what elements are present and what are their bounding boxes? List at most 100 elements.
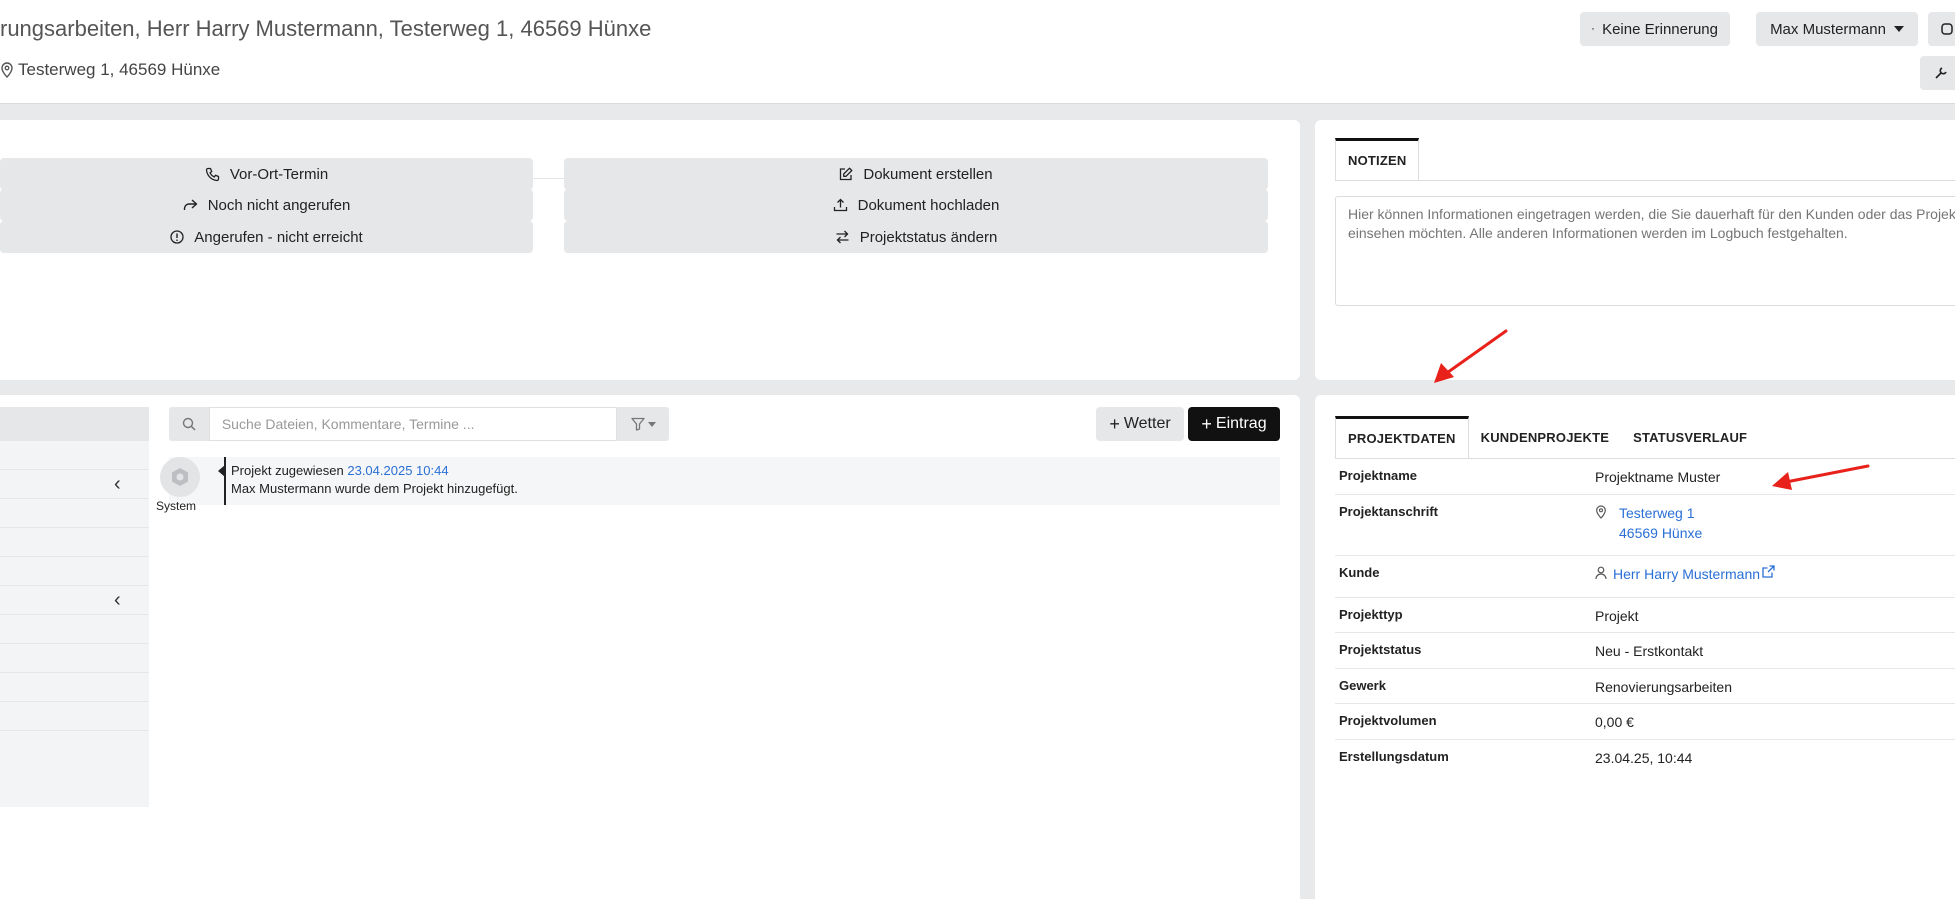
- notes-textarea[interactable]: [1335, 196, 1955, 306]
- customer-link[interactable]: Herr Harry Mustermann: [1613, 564, 1760, 589]
- angerufen-nicht-erreicht-button[interactable]: Angerufen - nicht erreicht: [0, 221, 533, 253]
- log-entry-title: Projekt zugewiesen 23.04.2025 10:44: [231, 463, 449, 478]
- eintrag-button[interactable]: + Eintrag: [1188, 407, 1280, 441]
- log-entry-author: System: [156, 499, 197, 513]
- plus-icon: +: [1201, 413, 1212, 434]
- cut-off-icon: [1941, 23, 1953, 35]
- logbook-sidebar-row: [0, 499, 149, 528]
- page-header: rungsarbeiten, Herr Harry Mustermann, Te…: [0, 0, 1955, 104]
- map-pin-icon: [1, 62, 13, 78]
- actions-panel: Vor-Ort-Termin Noch nicht angerufen Ange…: [0, 120, 1300, 380]
- header-icon-button[interactable]: [1928, 12, 1955, 46]
- projektstatus-aendern-label: Projektstatus ändern: [859, 228, 998, 246]
- row-value: Projekt: [1595, 608, 1639, 624]
- log-entry-pointer: [218, 465, 225, 477]
- row-value: Testerweg 1 46569 Hünxe: [1595, 503, 1702, 547]
- caret-down-icon: [1893, 26, 1904, 32]
- noch-nicht-angerufen-button[interactable]: Noch nicht angerufen: [0, 189, 533, 221]
- phone-icon: [205, 167, 219, 181]
- search-icon: [169, 407, 209, 441]
- gear-icon: [172, 468, 188, 486]
- row-label: Gewerk: [1339, 678, 1386, 693]
- row-value: 0,00 €: [1595, 714, 1634, 730]
- tab-statusverlauf[interactable]: STATUSVERLAUF: [1621, 416, 1759, 458]
- row-label: Erstellungsdatum: [1339, 749, 1449, 764]
- logbook-sidebar-row[interactable]: ‹: [0, 470, 149, 499]
- eintrag-label: Eintrag: [1215, 415, 1267, 432]
- filter-button[interactable]: [617, 407, 669, 441]
- project-panel: PROJEKTDATEN KUNDENPROJEKTE STATUSVERLAU…: [1315, 395, 1955, 899]
- logbook-panel: ‹ ‹ + Wetter + Eintrag System Projekt zu…: [0, 395, 1300, 899]
- table-row: Gewerk Renovierungsarbeiten: [1335, 669, 1955, 704]
- search-input[interactable]: [208, 407, 618, 441]
- swap-icon: [836, 230, 849, 244]
- wetter-label: Wetter: [1123, 415, 1171, 432]
- logbook-sidebar-row[interactable]: ‹: [0, 586, 149, 615]
- user-icon: [1595, 566, 1607, 580]
- tab-projektdaten[interactable]: PROJEKTDATEN: [1335, 416, 1469, 458]
- angerufen-nicht-erreicht-label: Angerufen - nicht erreicht: [194, 228, 363, 246]
- noch-nicht-angerufen-label: Noch nicht angerufen: [207, 196, 351, 214]
- calendar-icon: [1592, 28, 1594, 30]
- vor-ort-termin-button[interactable]: Vor-Ort-Termin: [0, 158, 533, 190]
- dokument-hochladen-button[interactable]: Dokument hochladen: [564, 189, 1268, 221]
- wetter-button[interactable]: + Wetter: [1096, 407, 1184, 441]
- chevron-left-icon[interactable]: ‹: [114, 474, 121, 494]
- user-label: Max Mustermann: [1770, 20, 1886, 38]
- reminder-button[interactable]: Keine Erinnerung: [1580, 12, 1730, 46]
- row-label: Projektvolumen: [1339, 713, 1437, 728]
- notes-tab-line: [1335, 180, 1955, 181]
- vor-ort-termin-label: Vor-Ort-Termin: [229, 165, 329, 183]
- row-value: Herr Harry Mustermann: [1595, 564, 1775, 589]
- tab-notizen[interactable]: NOTIZEN: [1335, 138, 1420, 180]
- logbook-sidebar-row: [0, 673, 149, 702]
- logbook-sidebar: ‹ ‹: [0, 407, 149, 807]
- log-entry-timestamp[interactable]: 23.04.2025 10:44: [347, 463, 448, 478]
- log-entry-text: Max Mustermann wurde dem Projekt hinzuge…: [231, 481, 518, 496]
- row-label: Projektanschrift: [1339, 504, 1438, 519]
- page-title: rungsarbeiten, Herr Harry Mustermann, Te…: [0, 16, 652, 41]
- logbook-sidebar-row: [0, 615, 149, 644]
- row-label: Projekttyp: [1339, 607, 1403, 622]
- table-row: Projektvolumen 0,00 €: [1335, 704, 1955, 740]
- table-row: Projektname Projektname Muster: [1335, 459, 1955, 495]
- address-link[interactable]: Testerweg 1 46569 Hünxe: [1619, 503, 1702, 547]
- project-data-table: Projektname Projektname Muster Projektan…: [1335, 459, 1955, 775]
- reminder-label: Keine Erinnerung: [1602, 20, 1718, 38]
- address-line2[interactable]: 46569 Hünxe: [1619, 523, 1702, 543]
- map-pin-icon: [1596, 505, 1606, 519]
- user-menu-button[interactable]: Max Mustermann: [1756, 12, 1918, 46]
- dokument-erstellen-label: Dokument erstellen: [863, 165, 993, 183]
- tab-kundenprojekte[interactable]: KUNDENPROJEKTE: [1469, 416, 1621, 458]
- logbook-search: [169, 407, 669, 441]
- projektstatus-aendern-button[interactable]: Projektstatus ändern: [564, 221, 1268, 253]
- dokument-erstellen-button[interactable]: Dokument erstellen: [564, 158, 1268, 190]
- chevron-left-icon[interactable]: ‹: [114, 590, 121, 610]
- notes-panel: NOTIZEN: [1315, 120, 1955, 380]
- row-label: Projektstatus: [1339, 642, 1422, 657]
- page-subtitle: Testerweg 1, 46569 Hünxe: [0, 60, 220, 80]
- table-row: Projekttyp Projekt: [1335, 598, 1955, 633]
- log-entry-prefix: Projekt zugewiesen: [231, 463, 344, 478]
- tools-button[interactable]: [1920, 56, 1955, 90]
- notes-tabs: NOTIZEN: [1335, 138, 1420, 180]
- table-row: Projektanschrift Testerweg 1 46569 Hünxe: [1335, 495, 1955, 556]
- row-value: 23.04.25, 10:44: [1595, 750, 1693, 766]
- system-avatar: [160, 457, 200, 497]
- project-tabs: PROJEKTDATEN KUNDENPROJEKTE STATUSVERLAU…: [1335, 416, 1759, 458]
- table-row: Erstellungsdatum 23.04.25, 10:44: [1335, 740, 1955, 775]
- share-icon: [183, 199, 197, 210]
- external-link-icon[interactable]: [1762, 565, 1775, 578]
- edit-icon: [840, 167, 853, 181]
- address-line1[interactable]: Testerweg 1: [1619, 503, 1702, 523]
- table-row: Projektstatus Neu - Erstkontakt: [1335, 633, 1955, 669]
- logbook-sidebar-row: [0, 557, 149, 586]
- table-row: Kunde Herr Harry Mustermann: [1335, 556, 1955, 598]
- logbook-sidebar-row: [0, 644, 149, 673]
- row-value: Renovierungsarbeiten: [1595, 679, 1732, 695]
- alert-circle-icon: [170, 230, 184, 244]
- filter-icon: [630, 417, 645, 431]
- row-value: Neu - Erstkontakt: [1595, 643, 1704, 659]
- plus-icon: +: [1109, 413, 1120, 434]
- logbook-sidebar-header: [0, 407, 149, 441]
